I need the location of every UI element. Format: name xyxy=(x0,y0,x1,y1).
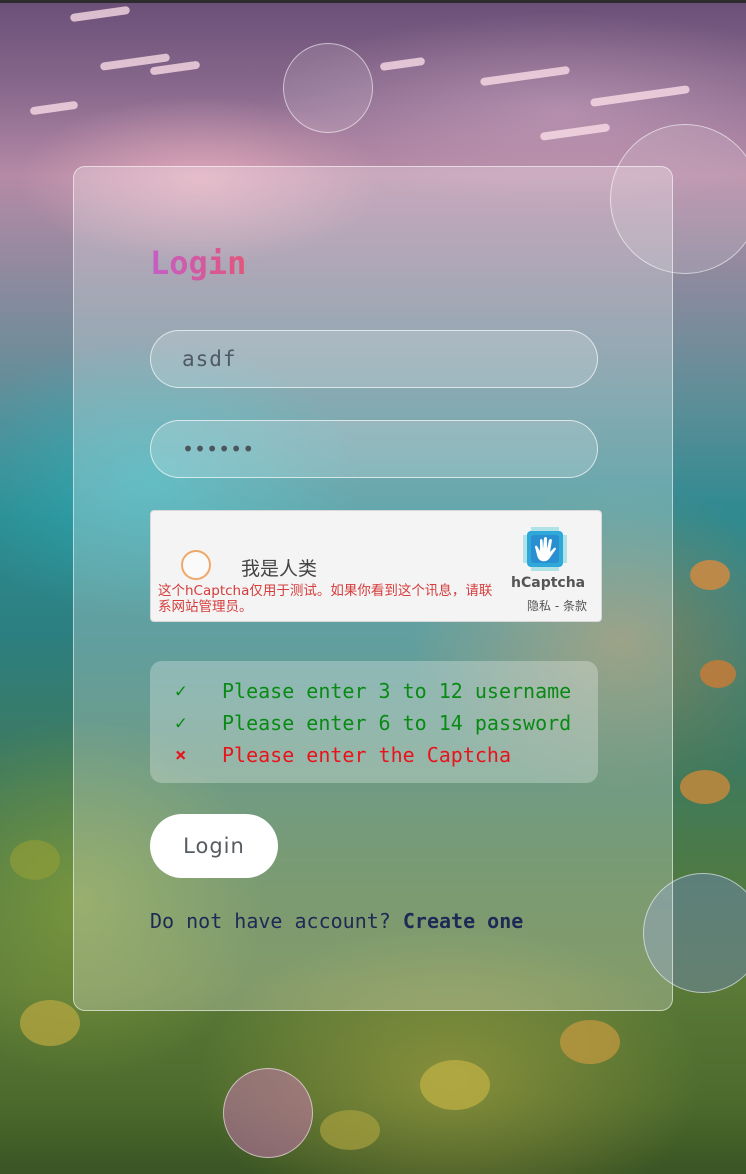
validation-username: ✓ Please enter 3 to 12 username xyxy=(150,675,598,707)
window-top-edge xyxy=(0,0,746,3)
cloud xyxy=(479,65,571,87)
checkmark-icon: ✓ xyxy=(175,712,187,734)
validation-password: ✓ Please enter 6 to 14 password xyxy=(150,707,598,739)
tree-cluster xyxy=(10,840,60,880)
page-title: Login xyxy=(150,244,247,282)
hcaptcha-widget: 我是人类 这个hCaptcha仅用于测试。如果你看到这个讯息，请联系网站管理员。… xyxy=(150,510,602,622)
link-separator: - xyxy=(551,599,563,613)
tree-cluster xyxy=(420,1060,490,1110)
login-card: Login asdf •••••• 我是人类 这个hCaptcha仅用于测试。如… xyxy=(73,166,673,1011)
validation-message: Please enter 6 to 14 password xyxy=(222,711,572,735)
signup-prompt-text: Do not have account? xyxy=(150,909,403,933)
cross-icon: × xyxy=(175,744,187,766)
username-value: asdf xyxy=(182,347,237,371)
privacy-link[interactable]: 隐私 xyxy=(527,599,551,613)
validation-captcha: × Please enter the Captcha xyxy=(150,739,598,771)
captcha-test-warning: 这个hCaptcha仅用于测试。如果你看到这个讯息，请联系网站管理员。 xyxy=(158,583,493,615)
password-input[interactable]: •••••• xyxy=(150,420,598,478)
signup-prompt: Do not have account? Create one xyxy=(150,909,523,933)
cloud xyxy=(539,123,611,141)
captcha-checkbox[interactable] xyxy=(181,550,211,580)
tree-cluster xyxy=(690,560,730,590)
tree-cluster xyxy=(560,1020,620,1064)
decorative-bubble xyxy=(283,43,373,133)
validation-panel: ✓ Please enter 3 to 12 username ✓ Please… xyxy=(150,661,598,783)
hcaptcha-hand-icon xyxy=(523,527,567,571)
tree-cluster xyxy=(700,660,736,688)
decorative-bubble xyxy=(223,1068,313,1158)
captcha-checkbox-label: 我是人类 xyxy=(241,558,318,580)
cloud xyxy=(379,56,426,72)
cloud xyxy=(29,100,79,116)
password-value: •••••• xyxy=(182,437,255,461)
create-account-link[interactable]: Create one xyxy=(403,909,523,933)
tree-cluster xyxy=(680,770,730,804)
hcaptcha-brand: hCaptcha xyxy=(511,575,586,591)
captcha-links: 隐私 - 条款 xyxy=(527,597,587,614)
tree-cluster xyxy=(320,1110,380,1150)
validation-message: Please enter 3 to 12 username xyxy=(222,679,572,703)
login-button[interactable]: Login xyxy=(150,814,278,878)
cloud xyxy=(589,85,691,107)
username-input[interactable]: asdf xyxy=(150,330,598,388)
terms-link[interactable]: 条款 xyxy=(563,599,587,613)
cloud xyxy=(69,5,131,23)
validation-message: Please enter the Captcha xyxy=(222,743,511,767)
checkmark-icon: ✓ xyxy=(175,680,187,702)
tree-cluster xyxy=(20,1000,80,1046)
